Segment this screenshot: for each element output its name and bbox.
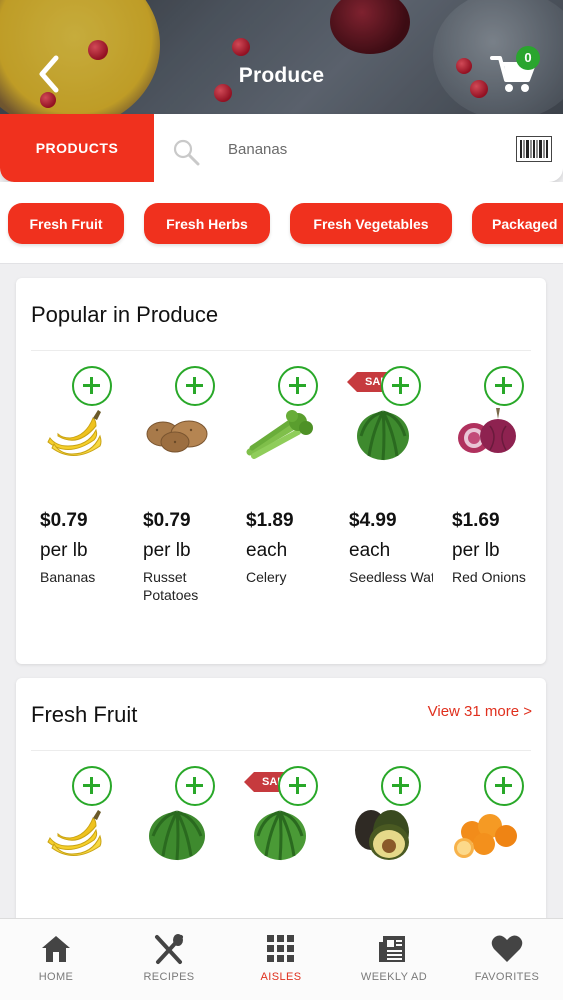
- product-name: Red Onions: [452, 569, 526, 585]
- product-name: Celery: [246, 569, 287, 585]
- home-icon: [42, 936, 70, 962]
- newspaper-icon: [379, 936, 405, 962]
- product-card[interactable]: [446, 766, 542, 938]
- nav-label: FAVORITES: [474, 971, 540, 983]
- search-input[interactable]: [228, 136, 488, 162]
- product-card[interactable]: [343, 766, 439, 938]
- product-card[interactable]: [34, 766, 130, 938]
- product-card[interactable]: SALE: [240, 766, 336, 938]
- nav-favorites[interactable]: FAVORITES: [462, 933, 552, 989]
- products-button[interactable]: PRODUCTS: [0, 114, 154, 182]
- section-title: Popular in Produce: [31, 302, 219, 327]
- product-card[interactable]: $1.89 each Celery: [240, 366, 336, 606]
- nav-home[interactable]: HOME: [11, 933, 101, 989]
- product-price: $0.79: [143, 510, 191, 531]
- product-name: Bananas: [40, 569, 96, 585]
- banana-icon: [47, 810, 102, 856]
- cart-count-badge: 0: [516, 46, 540, 70]
- product-price: $0.79: [40, 510, 88, 531]
- watermelon-icon: [254, 810, 306, 861]
- heart-icon: [491, 935, 523, 962]
- product-unit: each: [349, 540, 391, 561]
- nav-aisles[interactable]: AISLES: [236, 933, 326, 989]
- product-card[interactable]: $0.79 per lb Russet Potatoes: [137, 366, 233, 606]
- product-unit: per lb: [452, 540, 500, 561]
- celery-icon: [246, 410, 313, 459]
- product-price: $1.89: [246, 510, 294, 531]
- search-icon: [173, 139, 200, 166]
- barcode-icon[interactable]: [516, 136, 552, 162]
- nav-label: HOME: [38, 971, 74, 983]
- popular-section: Popular in Produce $0.79 per lb Bananas …: [16, 278, 546, 664]
- bottom-navigation: HOME RECIPES AISLES WEEKLY AD FAVORITES: [0, 918, 563, 1000]
- utensils-icon: [155, 934, 183, 964]
- fresh-fruit-section: Fresh Fruit View 31 more > SALE: [16, 678, 546, 938]
- product-unit: per lb: [40, 540, 88, 561]
- nav-label: RECIPES: [143, 971, 195, 983]
- onion-icon: [458, 408, 516, 453]
- grid-icon: [267, 935, 294, 962]
- product-price: $1.69: [452, 510, 500, 531]
- chip-packaged[interactable]: Packaged: [472, 203, 563, 244]
- nav-label: AISLES: [260, 971, 302, 983]
- watermelon-icon: [357, 410, 409, 461]
- product-card[interactable]: [137, 766, 233, 938]
- nav-recipes[interactable]: RECIPES: [124, 933, 214, 989]
- product-card[interactable]: $0.79 per lb Bananas: [34, 366, 130, 606]
- product-unit: each: [246, 540, 288, 561]
- nav-weekly-ad[interactable]: WEEKLY AD: [349, 933, 439, 989]
- page-title: Produce: [238, 64, 325, 87]
- chip-fresh-fruit[interactable]: Fresh Fruit: [8, 203, 124, 244]
- search-bar: PRODUCTS: [0, 114, 563, 182]
- orange-icon: [454, 814, 517, 858]
- category-chips: Fresh Fruit Fresh Herbs Fresh Vegetables…: [0, 182, 563, 264]
- chip-fresh-vegetables[interactable]: Fresh Vegetables: [290, 203, 452, 244]
- header: Produce 0: [0, 0, 563, 114]
- product-unit: per lb: [143, 540, 191, 561]
- view-more-link[interactable]: View 31 more >: [428, 703, 532, 720]
- product-card[interactable]: $1.69 per lb Red Onions: [446, 366, 542, 606]
- avocado-icon: [355, 810, 409, 860]
- nav-label: WEEKLY AD: [360, 971, 428, 983]
- product-card[interactable]: SALE $4.99 each Seedless Watermelon: [343, 366, 439, 606]
- product-name: Seedless Watermelon: [349, 569, 433, 585]
- product-name: Russet Potatoes: [143, 569, 199, 603]
- product-price: $4.99: [349, 510, 397, 531]
- potato-icon: [146, 420, 208, 453]
- watermelon-icon: [149, 810, 205, 861]
- section-title: Fresh Fruit: [31, 702, 138, 727]
- chip-fresh-herbs[interactable]: Fresh Herbs: [144, 203, 270, 244]
- banana-icon: [47, 410, 102, 456]
